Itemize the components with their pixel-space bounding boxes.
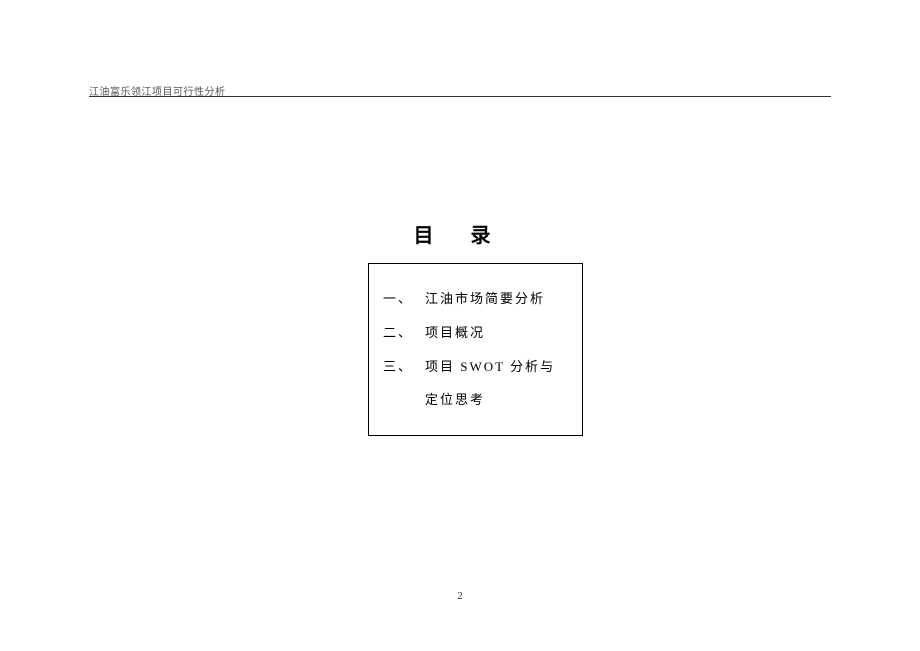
page-number: 2: [0, 590, 920, 602]
toc-item-number: 二、: [383, 316, 425, 350]
toc-item-text: 江油市场简要分析: [425, 282, 545, 316]
toc-item-text: 项目 SWOT 分析与定位思考: [425, 350, 568, 418]
toc-item: 二、 项目概况: [383, 316, 568, 350]
toc-item-number: 一、: [383, 282, 425, 316]
toc-item: 一、 江油市场简要分析: [383, 282, 568, 316]
toc-item-number: 三、: [383, 350, 425, 418]
toc-item: 三、 项目 SWOT 分析与定位思考: [383, 350, 568, 418]
toc-item-text: 项目概况: [425, 316, 485, 350]
header-rule: [89, 96, 831, 97]
toc-title: 目 录: [0, 219, 920, 248]
toc-box: 一、 江油市场简要分析 二、 项目概况 三、 项目 SWOT 分析与定位思考: [368, 263, 583, 436]
